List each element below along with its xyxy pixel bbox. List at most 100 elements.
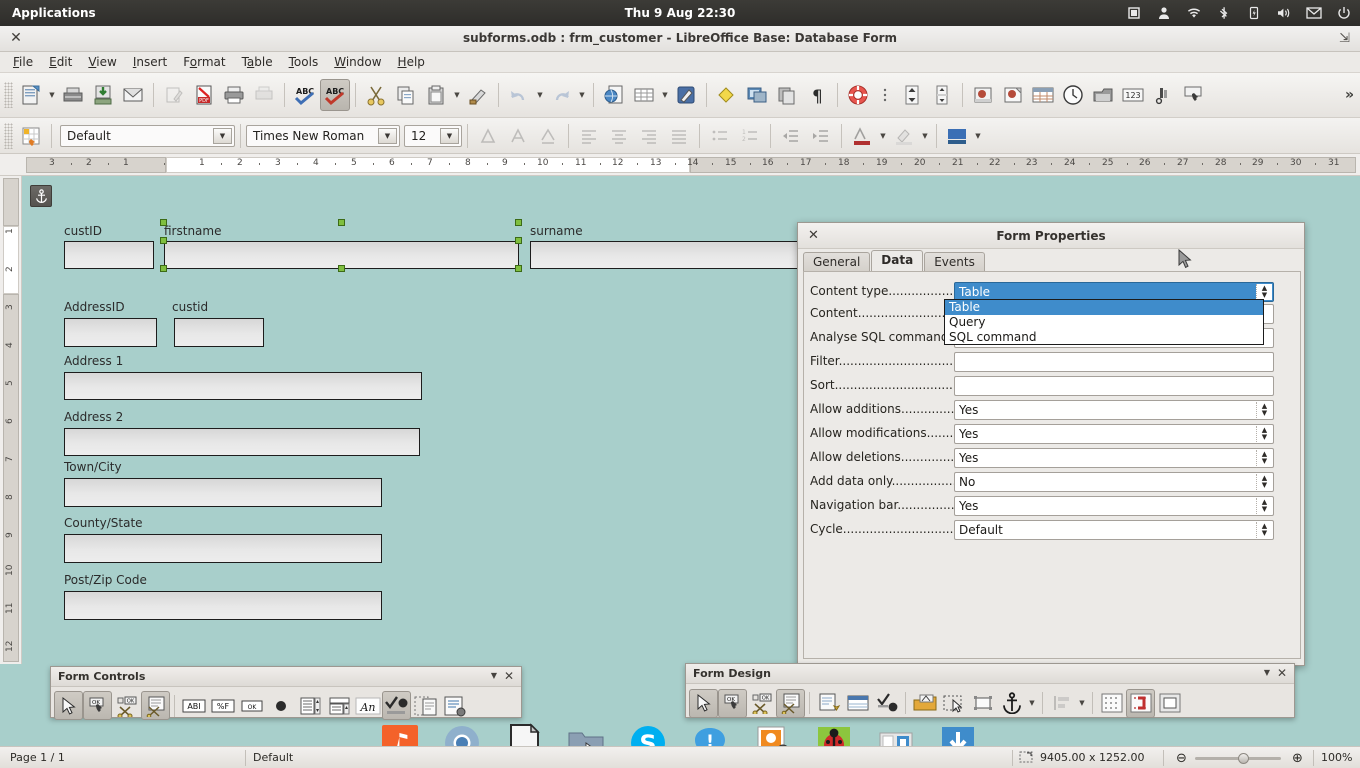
spinner-icon[interactable]: ▲ ▼ xyxy=(1256,284,1272,300)
align-left-icon[interactable] xyxy=(574,120,604,152)
volume-icon[interactable] xyxy=(1276,5,1292,21)
background-color-dropdown[interactable]: ▼ xyxy=(972,121,984,151)
anchor-icon[interactable] xyxy=(997,689,1026,718)
grid-to-front-icon[interactable] xyxy=(1155,689,1184,718)
control-properties-icon[interactable] xyxy=(872,689,901,718)
insert-field-icon[interactable]: 123 xyxy=(1118,79,1148,111)
display-icon[interactable] xyxy=(1126,5,1142,21)
toolbar-grip[interactable] xyxy=(4,82,13,108)
check-box-icon[interactable] xyxy=(382,691,411,720)
font-size-combo[interactable]: 12 ▼ xyxy=(404,124,462,147)
print-icon[interactable] xyxy=(219,79,249,111)
highlight-color-dropdown[interactable]: ▼ xyxy=(919,121,931,151)
toolbar-grip[interactable] xyxy=(4,122,13,149)
insert-text-frame-icon[interactable] xyxy=(998,79,1028,111)
menu-view[interactable]: View xyxy=(81,53,123,71)
print-preview-icon[interactable] xyxy=(249,79,279,111)
align-right-icon[interactable] xyxy=(634,120,664,152)
form-field-label[interactable]: firstname xyxy=(164,224,221,238)
paste-icon[interactable] xyxy=(421,79,451,111)
selection-handle[interactable] xyxy=(337,219,345,226)
save-icon[interactable] xyxy=(88,79,118,111)
image-control-icon[interactable] xyxy=(411,691,440,720)
control-wizards-icon[interactable]: OK xyxy=(747,689,776,718)
navigator-icon[interactable] xyxy=(772,79,802,111)
chevron-down-icon[interactable]: ▼ xyxy=(213,127,232,144)
form-design-toolbar[interactable]: Form Design ▼ ✕ OK OK ▼ ▼ xyxy=(685,663,1295,718)
wifi-icon[interactable] xyxy=(1186,5,1202,21)
insert-time-icon[interactable] xyxy=(1058,79,1088,111)
form-field-label[interactable]: Town/City xyxy=(64,460,122,474)
select-object-icon[interactable] xyxy=(968,689,997,718)
snap-to-grid-icon[interactable] xyxy=(1126,688,1155,718)
dropdown-option-query[interactable]: Query xyxy=(945,315,1263,330)
insert-table-grid-icon[interactable] xyxy=(1028,79,1058,111)
selection-handle[interactable] xyxy=(515,265,522,272)
chevron-down-icon[interactable]: ▼ xyxy=(1264,668,1270,677)
dropdown-option-sql-command[interactable]: SQL command xyxy=(945,330,1263,345)
new-document-dropdown[interactable]: ▼ xyxy=(46,80,58,110)
countystate-field[interactable] xyxy=(64,534,382,563)
table-icon[interactable] xyxy=(629,79,659,111)
design-mode-icon[interactable]: OK xyxy=(83,691,112,720)
form-field-label[interactable]: Address 2 xyxy=(64,410,123,424)
filter-control[interactable] xyxy=(954,352,1274,372)
email-document-icon[interactable] xyxy=(118,79,148,111)
address2-field[interactable] xyxy=(64,428,420,456)
design-mode-icon[interactable]: OK xyxy=(718,688,747,718)
text-box-icon[interactable]: An xyxy=(353,691,382,720)
anchor-icon[interactable] xyxy=(30,185,52,207)
export-pdf-icon[interactable]: PDF xyxy=(189,79,219,111)
close-icon[interactable]: ✕ xyxy=(1277,666,1287,680)
select-icon[interactable] xyxy=(689,688,718,718)
increase-indent-icon[interactable] xyxy=(806,120,836,152)
paragraph-style-combo[interactable]: Default ▼ xyxy=(60,124,235,147)
align-icon[interactable] xyxy=(1047,689,1076,718)
underline-icon[interactable] xyxy=(533,120,563,152)
form-properties-icon[interactable] xyxy=(814,689,843,718)
menu-insert[interactable]: Insert xyxy=(126,53,174,71)
address1-field[interactable] xyxy=(64,372,422,400)
menu-table[interactable]: Table xyxy=(235,53,280,71)
ordered-list-icon[interactable]: 12 xyxy=(735,120,765,152)
selection-handle[interactable] xyxy=(160,265,167,272)
selection-handle[interactable] xyxy=(515,237,522,244)
undo-dropdown[interactable]: ▼ xyxy=(534,80,546,110)
bluetooth-icon[interactable] xyxy=(1216,5,1232,21)
zoom-in-button[interactable]: ⊕ xyxy=(1292,751,1303,766)
clone-formatting-icon[interactable] xyxy=(463,79,493,111)
insert-row-icon[interactable] xyxy=(873,79,897,111)
power-icon[interactable] xyxy=(1336,5,1352,21)
autospellcheck-icon[interactable]: ABC xyxy=(320,79,350,111)
custid2-field[interactable] xyxy=(174,318,264,347)
chevron-down-icon[interactable]: ▼ xyxy=(491,671,497,680)
form-control-wizards-icon[interactable] xyxy=(141,691,170,720)
addressid-field[interactable] xyxy=(64,318,157,347)
chevron-down-icon[interactable]: ▼ xyxy=(378,127,397,144)
postzip-field[interactable] xyxy=(64,591,382,620)
menu-format[interactable]: Format xyxy=(176,53,232,71)
navigation-bar-control[interactable]: Yes ▲ ▼ xyxy=(954,496,1274,516)
form-control-wizards-icon[interactable] xyxy=(776,688,805,718)
user-icon[interactable] xyxy=(1156,5,1172,21)
menu-tools[interactable]: Tools xyxy=(282,53,326,71)
decrease-indent-icon[interactable] xyxy=(776,120,806,152)
paintbrush-style-icon[interactable] xyxy=(16,120,46,152)
insert-column-icon[interactable] xyxy=(897,79,927,111)
spinner-icon[interactable]: ▲ ▼ xyxy=(1256,426,1272,442)
open-in-design-mode-icon[interactable] xyxy=(939,689,968,718)
redo-dropdown[interactable]: ▼ xyxy=(576,80,588,110)
copy-icon[interactable] xyxy=(391,79,421,111)
more-controls-icon[interactable] xyxy=(440,691,469,720)
form-field-label[interactable]: surname xyxy=(530,224,583,238)
dropdown-option-table[interactable]: Table xyxy=(945,300,1263,315)
table-control-icon[interactable] xyxy=(843,689,872,718)
formatting-marks-icon[interactable]: ¶ xyxy=(802,79,832,111)
justify-icon[interactable] xyxy=(664,120,694,152)
toolbar-overflow-button[interactable]: » xyxy=(1345,87,1354,103)
menu-file[interactable]: File xyxy=(6,53,40,71)
bold-icon[interactable] xyxy=(473,120,503,152)
menu-help[interactable]: Help xyxy=(391,53,432,71)
window-restore-button[interactable]: ⇲ xyxy=(1339,31,1350,46)
allow-additions-control[interactable]: Yes ▲ ▼ xyxy=(954,400,1274,420)
